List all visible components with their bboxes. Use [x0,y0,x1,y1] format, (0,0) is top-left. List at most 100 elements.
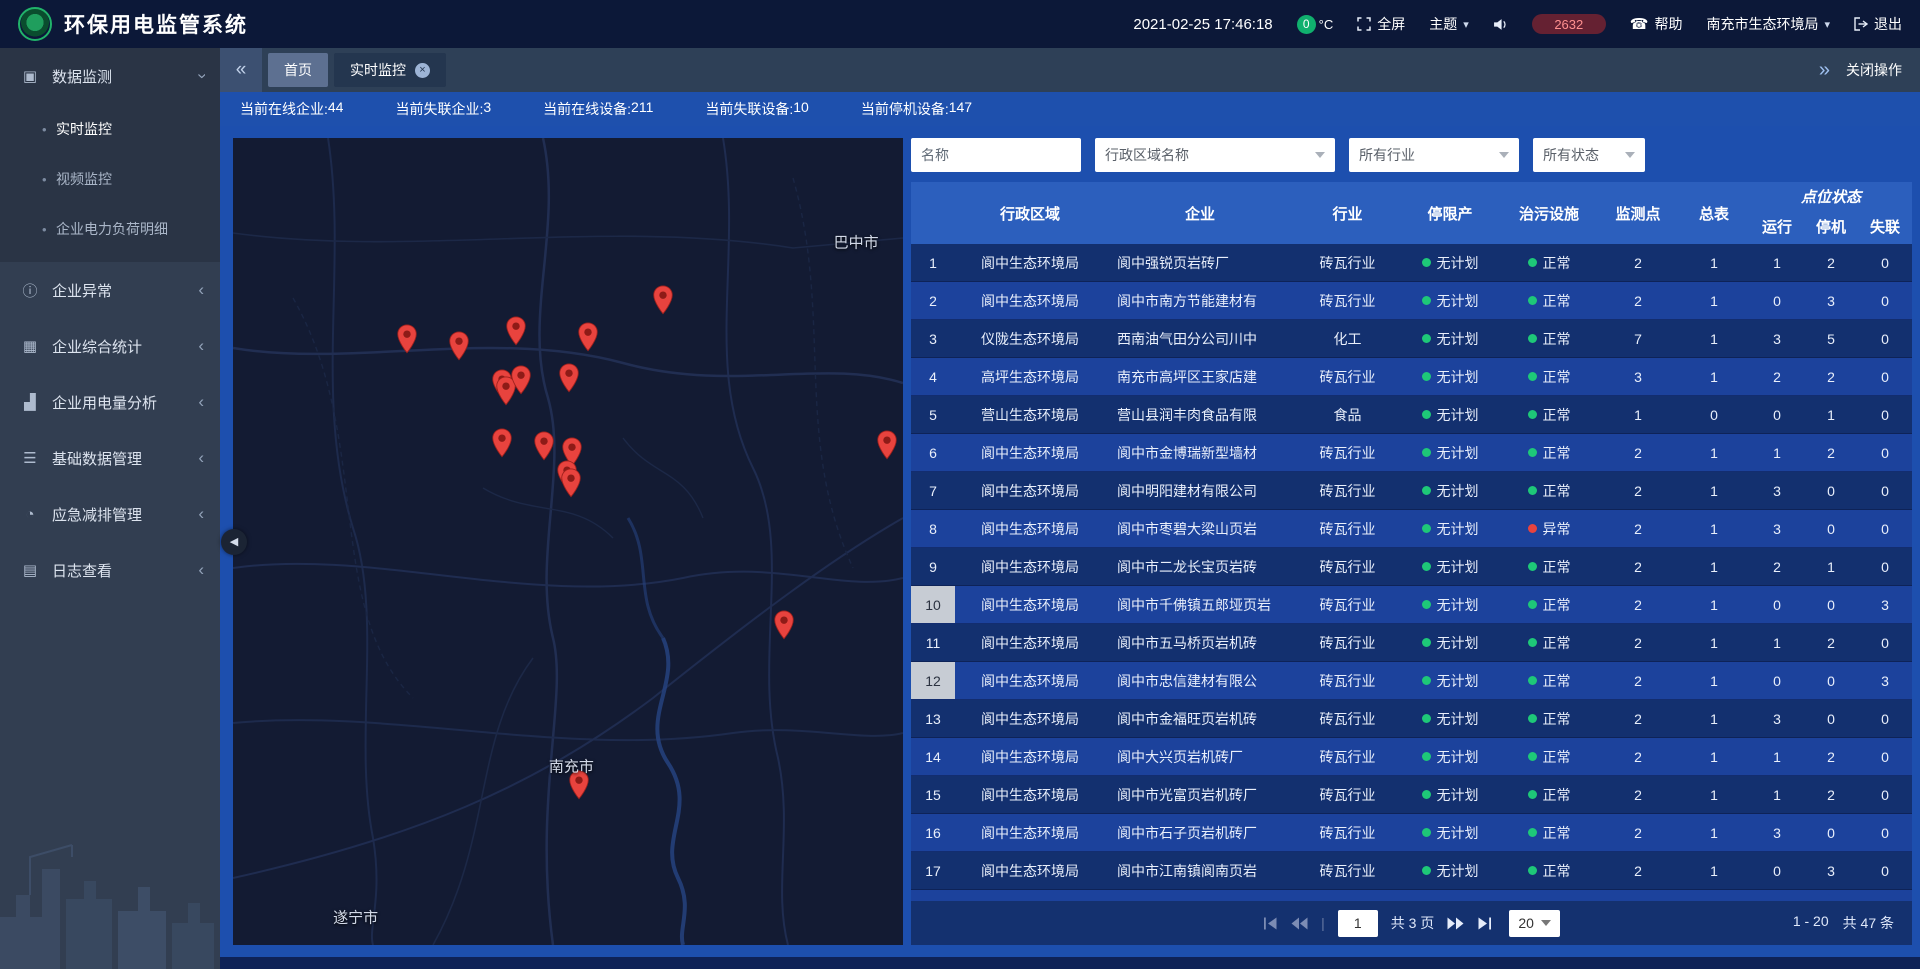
table-row[interactable]: 2 阆中生态环境局 阆中市南方节能建材有 砖瓦行业 无计划 正常 2 1 0 3… [911,282,1912,320]
table-row[interactable]: 8 阆中生态环境局 阆中市枣碧大梁山页岩 砖瓦行业 无计划 异常 2 1 3 0… [911,510,1912,548]
first-page-button[interactable] [1263,917,1278,930]
cell-industry: 砖瓦行业 [1295,624,1400,661]
stat-label: 当前停机设备: [861,99,949,119]
tab[interactable]: 实时监控 × [334,53,446,87]
col-point-status-group: 点位状态 [1750,182,1912,208]
cell-facility: 正常 [1500,358,1598,395]
table-row[interactable]: 15 阆中生态环境局 阆中市光富页岩机砖厂 砖瓦行业 无计划 正常 2 1 1 … [911,776,1912,814]
sidebar-submenu-item[interactable]: • 企业电力负荷明细 [0,204,220,254]
map-pin[interactable] [568,770,590,800]
map-pin[interactable] [652,285,674,315]
map-pin[interactable] [533,431,555,461]
chevron-icon: ‹ [198,280,204,300]
prev-page-icon [1291,917,1308,930]
row-number: 15 [911,776,955,813]
sidebar-group-item[interactable]: ◔ 应急减排管理 ‹ [0,486,220,542]
next-page-button[interactable] [1447,917,1464,930]
map-pin[interactable] [577,322,599,352]
limit-status-dot [1422,638,1431,647]
cell-region: 阆中生态环境局 [955,852,1105,889]
sidebar-submenu-item[interactable]: • 视频监控 [0,154,220,204]
table-row[interactable]: 11 阆中生态环境局 阆中市五马桥页岩机砖 砖瓦行业 无计划 正常 2 1 1 … [911,624,1912,662]
stat-item: 当前失联设备: 10 [705,99,808,119]
map-pin[interactable] [558,363,580,393]
map-pin[interactable] [773,610,795,640]
alarm-count-badge[interactable]: 2632 [1532,14,1606,34]
industry-select[interactable]: 所有行业 [1349,138,1519,172]
temperature-badge: 0 [1297,15,1316,34]
table-row[interactable]: 18 南部生态环境局 南部县升钟水泥有限公 建材行业 无计划 正常 2 1 0 … [911,890,1912,901]
table-row[interactable]: 14 阆中生态环境局 阆中大兴页岩机砖厂 砖瓦行业 无计划 正常 2 1 1 2… [911,738,1912,776]
status-select[interactable]: 所有状态 [1533,138,1645,172]
stat-value: 211 [631,99,653,119]
map[interactable]: 巴中市南充市遂宁市 [233,138,903,945]
sidebar-group-item[interactable]: ▟ 企业用电量分析 ‹ [0,374,220,430]
sidebar-group-item[interactable]: ▦ 企业综合统计 ‹ [0,318,220,374]
sidebar-group-item[interactable]: ⓘ 企业异常 ‹ [0,262,220,318]
facility-status-dot [1528,866,1537,875]
table-row[interactable]: 12 阆中生态环境局 阆中市忠信建材有限公 砖瓦行业 无计划 正常 2 1 0 … [911,662,1912,700]
sidebar-submenu-item[interactable]: • 实时监控 [0,104,220,154]
map-pin[interactable] [510,365,532,395]
first-page-icon [1263,917,1278,930]
table-row[interactable]: 6 阆中生态环境局 阆中市金博瑞新型墙材 砖瓦行业 无计划 正常 2 1 1 2… [911,434,1912,472]
map-pin[interactable] [505,316,527,346]
facility-status-dot [1528,714,1537,723]
cell-meter: 1 [1678,358,1750,395]
help-button[interactable]: ☎ 帮助 [1630,14,1683,34]
cell-limit: 无计划 [1400,814,1500,851]
cell-points: 2 [1598,434,1678,471]
tabs-scroll-left-button[interactable]: « [220,48,262,92]
tabs-scroll-right-button[interactable]: » [1819,59,1830,82]
menu-label: 企业综合统计 [52,336,198,357]
cell-meter: 1 [1678,244,1750,281]
table-row[interactable]: 17 阆中生态环境局 阆中市江南镇阆南页岩 砖瓦行业 无计划 正常 2 1 0 … [911,852,1912,890]
limit-status-dot [1422,258,1431,267]
cell-region: 阆中生态环境局 [955,472,1105,509]
table-row[interactable]: 3 仪陇生态环境局 西南油气田分公司川中 化工 无计划 正常 7 1 3 5 0 [911,320,1912,358]
col-stop: 停机 [1804,208,1858,244]
map-pin[interactable] [876,430,898,460]
org-dropdown[interactable]: 南充市生态环境局 ▾ [1706,14,1830,34]
map-pin[interactable] [396,324,418,354]
sidebar-group-item[interactable]: ▤ 日志查看 ‹ [0,542,220,598]
limit-text: 无计划 [1437,633,1479,653]
page-number-input[interactable] [1338,910,1378,937]
map-pin[interactable] [560,468,582,498]
logout-button[interactable]: 退出 [1854,14,1902,34]
name-search-input[interactable] [911,138,1081,172]
table-row[interactable]: 4 高坪生态环境局 南充市高坪区王家店建 砖瓦行业 无计划 正常 3 1 2 2… [911,358,1912,396]
tab-close-icon[interactable]: × [415,63,430,78]
table-row[interactable]: 10 阆中生态环境局 阆中市千佛镇五郎垭页岩 砖瓦行业 无计划 正常 2 1 0… [911,586,1912,624]
map-pin[interactable] [448,331,470,361]
table-row[interactable]: 7 阆中生态环境局 阆中明阳建材有限公司 砖瓦行业 无计划 正常 2 1 3 0… [911,472,1912,510]
cell-industry: 砖瓦行业 [1295,358,1400,395]
cell-facility: 正常 [1500,890,1598,901]
page-size-select[interactable]: 20 [1509,910,1560,937]
table-row[interactable]: 16 阆中生态环境局 阆中市石子页岩机砖厂 砖瓦行业 无计划 正常 2 1 3 … [911,814,1912,852]
sidebar-group-item[interactable]: ☰ 基础数据管理 ‹ [0,430,220,486]
region-select[interactable]: 行政区域名称 [1095,138,1335,172]
cell-lost: 0 [1858,510,1912,547]
table-row[interactable]: 13 阆中生态环境局 阆中市金福旺页岩机砖 砖瓦行业 无计划 正常 2 1 3 … [911,700,1912,738]
table-row[interactable]: 1 阆中生态环境局 阆中强锐页岩砖厂 砖瓦行业 无计划 正常 2 1 1 2 0 [911,244,1912,282]
table-row[interactable]: 5 营山生态环境局 营山县润丰肉食品有限 食品 无计划 正常 1 0 0 1 0 [911,396,1912,434]
facility-status-dot [1528,334,1537,343]
sidebar-menu: ▣ 数据监测 ‹ • 实时监控 • 视频监控 • 企业电力负荷明细 ⓘ 企业异常… [0,48,220,598]
facility-text: 正常 [1543,595,1571,615]
stat-item: 当前失联企业: 3 [395,99,491,119]
mute-button[interactable] [1493,17,1508,32]
fullscreen-button[interactable]: 全屏 [1357,14,1405,34]
close-operations-button[interactable]: 关闭操作 [1846,60,1902,80]
tab[interactable]: 首页 [268,53,328,87]
sidebar-collapse-button[interactable]: ◀ [221,529,247,555]
cell-points: 2 [1598,700,1678,737]
map-pin[interactable] [491,428,513,458]
city-skyline-decoration [0,799,220,969]
theme-dropdown[interactable]: 主题 ▾ [1429,14,1469,34]
prev-page-button[interactable] [1291,917,1308,930]
chevron-icon: ‹ [198,336,204,356]
last-page-button[interactable] [1477,917,1492,930]
table-row[interactable]: 9 阆中生态环境局 阆中市二龙长宝页岩砖 砖瓦行业 无计划 正常 2 1 2 1… [911,548,1912,586]
sidebar-group-item[interactable]: ▣ 数据监测 ‹ [0,48,220,104]
